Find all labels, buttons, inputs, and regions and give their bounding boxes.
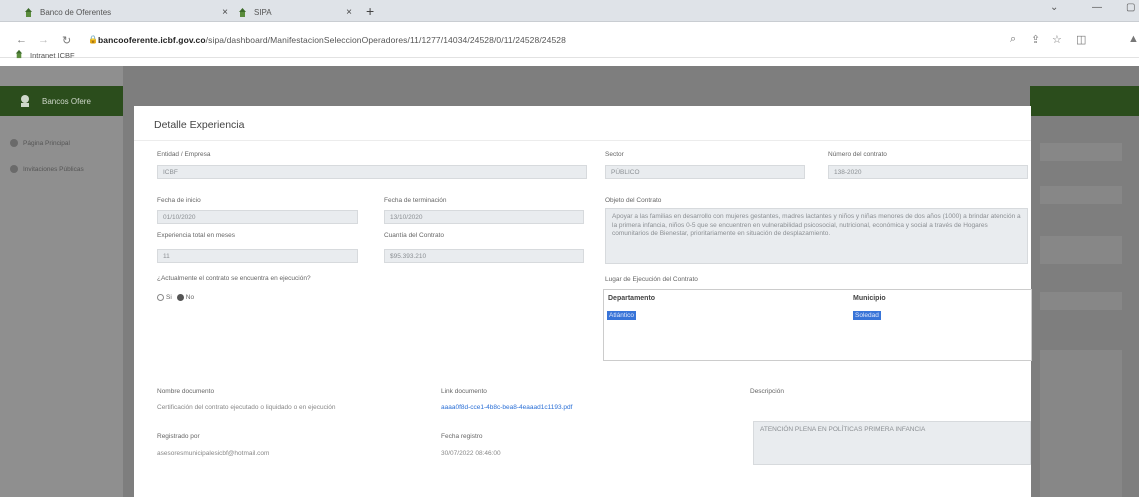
bookmark-label: Intranet ICBF (30, 50, 75, 60)
entidad-field[interactable]: ICBF (157, 165, 587, 179)
lock-icon: 🔒 (88, 35, 98, 44)
registrado-label: Registrado por (157, 433, 200, 440)
home-icon (10, 139, 18, 147)
zoom-icon[interactable]: ⌕ (1010, 33, 1016, 46)
descripcion-textarea[interactable]: ATENCIÓN PLENA EN POLÍTICAS PRIMERA INFA… (753, 421, 1031, 465)
background-panel (1040, 350, 1122, 497)
en-ejecucion-question: ¿Actualmente el contrato se encuentra en… (157, 275, 311, 282)
radio-si[interactable] (157, 294, 164, 301)
fecha-registro-value: 30/07/2022 08:46:00 (441, 450, 501, 457)
browser-address-bar: ← → ↻ 🔒 bancooferente.icbf.gov.co/sipa/d… (0, 22, 1139, 58)
tab-title: Banco de Oferentes (40, 8, 112, 17)
sidebar: Bancos Ofere Página Principal Invitacion… (0, 66, 123, 497)
bookmark-intranet[interactable]: Intranet ICBF (14, 49, 75, 61)
icbf-favicon-icon (14, 49, 24, 61)
experiencia-field[interactable]: 11 (157, 249, 358, 263)
sector-field[interactable]: PÚBLICO (605, 165, 805, 179)
icbf-logo-icon (18, 94, 32, 108)
experiencia-label: Experiencia total en meses (157, 232, 236, 239)
lugar-label: Lugar de Ejecución del Contrato (605, 276, 698, 283)
fecha-inicio-field[interactable]: 01/10/2020 (157, 210, 358, 224)
icbf-favicon-icon (236, 7, 248, 19)
fecha-inicio-label: Fecha de inicio (157, 197, 201, 204)
sector-label: Sector (605, 151, 624, 158)
browser-tab-sipa[interactable]: SIPA × (228, 3, 360, 22)
background-panel (1040, 143, 1122, 161)
sidebar-item-home[interactable]: Página Principal (10, 139, 70, 147)
registrado-value: asesoresmunicipalesicbf@hotmail.com (157, 450, 270, 457)
reload-icon[interactable]: ↻ (62, 34, 71, 47)
url-host: bancooferente.icbf.gov.co (98, 35, 206, 45)
app-header-bar (1030, 86, 1139, 116)
objeto-textarea[interactable]: Apoyar a las familias en desarrollo con … (605, 208, 1028, 264)
minimize-icon[interactable]: — (1092, 2, 1102, 13)
cuantia-label: Cuantía del Contrato (384, 232, 444, 239)
profile-icon[interactable]: ▲ (1128, 33, 1139, 45)
modal-title: Detalle Experiencia (154, 119, 245, 131)
fecha-terminacion-field[interactable]: 13/10/2020 (384, 210, 584, 224)
url-input[interactable]: bancooferente.icbf.gov.co/sipa/dashboard… (98, 35, 566, 45)
radio-si-label: Si (166, 294, 172, 301)
tab-title: SIPA (254, 8, 272, 17)
back-icon[interactable]: ← (16, 34, 27, 46)
lugar-table: Departamento Municipio Atlántico Soledad (603, 289, 1032, 361)
numero-contrato-label: Número del contrato (828, 151, 887, 158)
objeto-label: Objeto del Contrato (605, 197, 662, 204)
sidepanel-icon[interactable]: ◫ (1076, 33, 1086, 46)
sidebar-item-label: Invitaciones Públicas (23, 165, 84, 173)
sidebar-item-invitaciones[interactable]: Invitaciones Públicas (10, 165, 84, 173)
municipio-header: Municipio (853, 295, 886, 302)
browser-tab-banco[interactable]: Banco de Oferentes × (14, 3, 236, 22)
forward-icon[interactable]: → (38, 34, 49, 46)
brand-name: Bancos Ofere (42, 96, 91, 106)
fecha-registro-label: Fecha registro (441, 433, 483, 440)
link-documento[interactable]: aaaa0f8d-cce1-4b8c-bea8-4eaaad1c1193.pdf (441, 404, 572, 411)
nombre-documento-label: Nombre documento (157, 388, 215, 395)
entidad-label: Entidad / Empresa (157, 151, 211, 158)
numero-contrato-field[interactable]: 138-2020 (828, 165, 1028, 179)
maximize-icon[interactable]: ▢ (1126, 2, 1135, 13)
departamento-header: Departamento (608, 295, 656, 302)
descripcion-label: Descripción (750, 388, 784, 395)
fecha-terminacion-label: Fecha de terminación (384, 197, 447, 204)
invitations-icon (10, 165, 18, 173)
radio-no[interactable] (176, 294, 184, 301)
share-icon[interactable]: ⇪ (1031, 33, 1040, 46)
background-panel (1040, 236, 1122, 264)
tab-search-icon[interactable]: ⌄ (1050, 2, 1058, 13)
background-panel (1040, 292, 1122, 310)
departamento-value: Atlántico (607, 311, 636, 320)
background-panel (1040, 186, 1122, 204)
close-tab-icon[interactable]: × (346, 7, 352, 18)
municipio-value: Soledad (853, 311, 881, 320)
en-ejecucion-radio-group: Si No (157, 294, 194, 301)
nombre-documento-value: Certificación del contrato ejecutado o l… (157, 404, 336, 411)
url-path: /sipa/dashboard/ManifestacionSeleccionOp… (205, 35, 566, 45)
sidebar-item-label: Página Principal (23, 139, 70, 147)
new-tab-button[interactable]: + (366, 3, 374, 19)
cuantia-field[interactable]: $95.393.210 (384, 249, 584, 263)
icbf-favicon-icon (22, 7, 34, 19)
star-icon[interactable]: ☆ (1052, 33, 1062, 46)
brand-header: Bancos Ofere (0, 86, 123, 116)
browser-tab-bar: Banco de Oferentes × SIPA × + ⌄ — ▢ (0, 0, 1139, 22)
divider (134, 140, 1031, 141)
link-documento-label: Link documento (441, 388, 487, 395)
radio-no-label: No (185, 294, 195, 301)
